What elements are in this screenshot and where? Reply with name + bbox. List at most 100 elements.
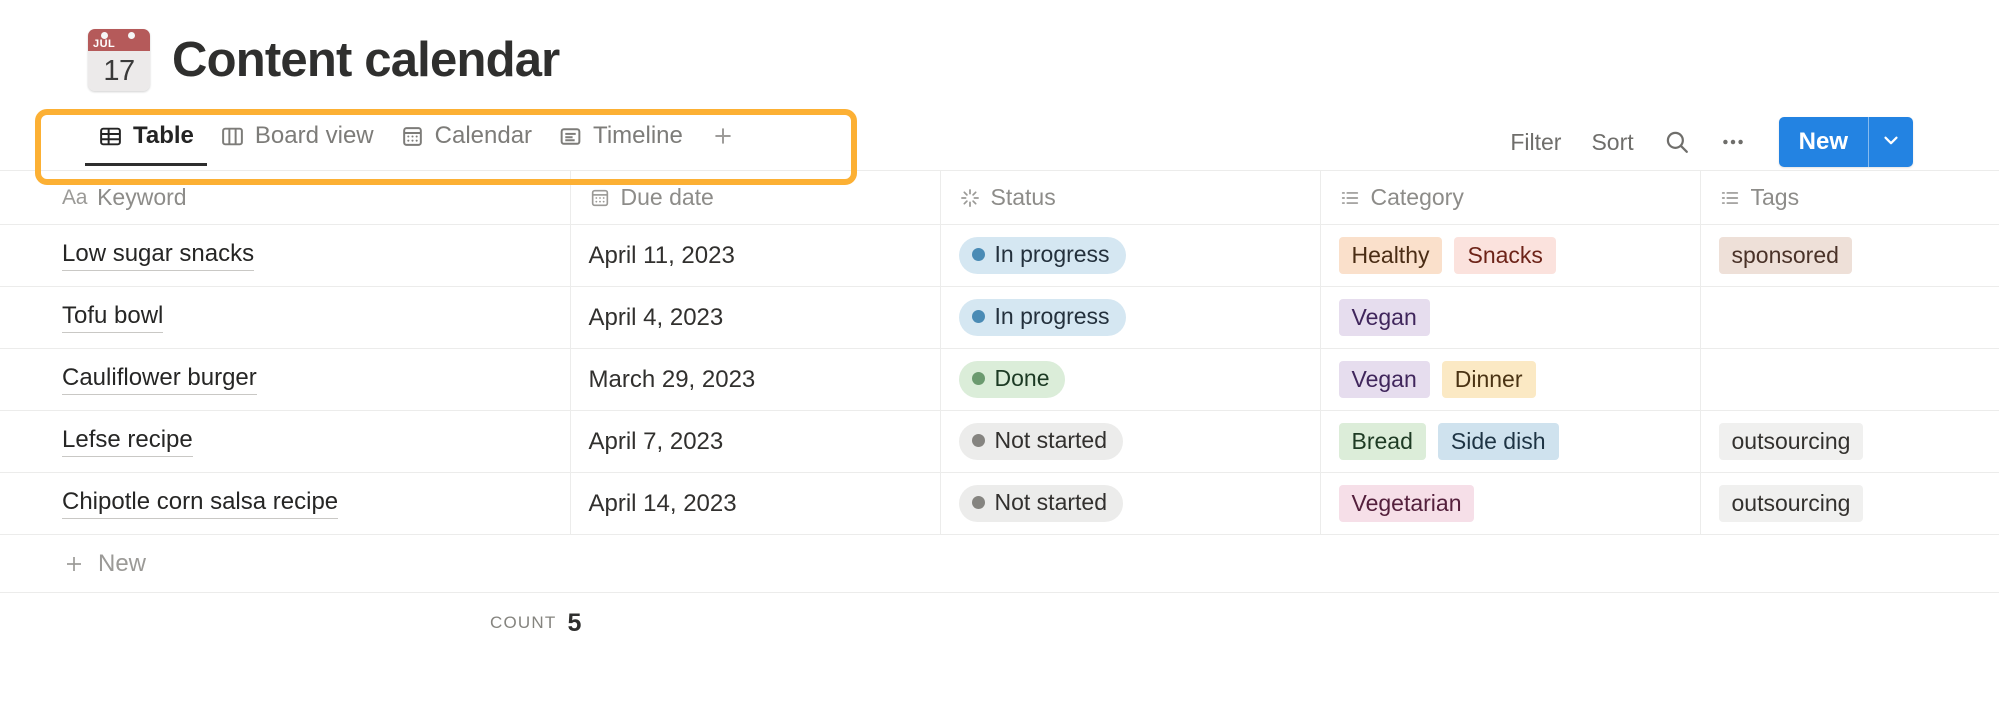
- cell-tags[interactable]: sponsored: [1700, 224, 1999, 287]
- cell-tags[interactable]: outsourcing: [1700, 410, 1999, 473]
- tab-timeline[interactable]: Timeline: [545, 106, 696, 166]
- row-title-link[interactable]: Tofu bowl: [62, 302, 164, 333]
- table-row[interactable]: Tofu bowl April 4, 2023 In progress Vegan: [0, 286, 1999, 349]
- cell-status[interactable]: In progress: [940, 286, 1321, 349]
- column-header-due-date[interactable]: Due date: [570, 170, 941, 225]
- status-dot-icon: [971, 372, 985, 386]
- calendar-emoji: JUL 17: [88, 29, 150, 91]
- multi-select-icon: [1339, 187, 1361, 209]
- column-header-category[interactable]: Category: [1320, 170, 1701, 225]
- status-badge: Not started: [958, 423, 1123, 460]
- count-label: Count: [490, 613, 557, 632]
- cell-due-date[interactable]: April 4, 2023: [570, 286, 941, 349]
- cell-keyword[interactable]: Lefse recipe: [0, 410, 571, 473]
- cell-status[interactable]: In progress: [940, 224, 1321, 287]
- row-title-link[interactable]: Low sugar snacks: [62, 240, 255, 271]
- status-label: Done: [994, 365, 1050, 392]
- due-date-value: April 7, 2023: [588, 427, 724, 455]
- tag-chip: Vegan: [1338, 360, 1430, 399]
- column-header-keyword-label: Keyword: [97, 184, 187, 210]
- add-new-row-label: New: [98, 549, 147, 577]
- calendar-icon: [400, 124, 425, 149]
- tab-calendar-label: Calendar: [434, 122, 533, 149]
- status-dot-icon: [971, 248, 985, 262]
- cell-due-date[interactable]: April 14, 2023: [570, 472, 941, 535]
- column-header-keyword[interactable]: Aa Keyword: [0, 170, 571, 225]
- column-header-status-label: Status: [990, 184, 1056, 210]
- count-value: 5: [567, 608, 582, 637]
- cell-category[interactable]: Vegetarian: [1320, 472, 1701, 535]
- view-toolbar: Filter Sort New: [1495, 114, 1913, 170]
- due-date-value: March 29, 2023: [588, 365, 756, 393]
- status-badge: In progress: [958, 299, 1126, 336]
- page-title[interactable]: Content calendar: [172, 35, 560, 85]
- status-dot-icon: [971, 434, 985, 448]
- cell-category[interactable]: Vegan: [1320, 286, 1701, 349]
- tag-chip: Vegan: [1338, 298, 1430, 337]
- add-new-row-button[interactable]: New: [0, 535, 1999, 593]
- chevron-down-icon: [1880, 129, 1902, 156]
- status-badge: Not started: [958, 485, 1123, 522]
- ellipsis-icon[interactable]: [1705, 128, 1761, 156]
- new-button-dropdown[interactable]: [1869, 117, 1913, 167]
- table-row[interactable]: Lefse recipe April 7, 2023 Not started Brea…: [0, 410, 1999, 473]
- cell-keyword[interactable]: Low sugar snacks: [0, 224, 571, 287]
- row-title-link[interactable]: Chipotle corn salsa recipe: [62, 488, 339, 519]
- cell-category[interactable]: Bread Side dish: [1320, 410, 1701, 473]
- cell-status[interactable]: Not started: [940, 472, 1321, 535]
- plus-icon: [710, 123, 736, 149]
- tag-chip: Vegetarian: [1338, 484, 1475, 523]
- notion-database-page: JUL 17 Content calendar Table Board view…: [0, 0, 1999, 709]
- plus-icon: [62, 552, 86, 576]
- cell-keyword[interactable]: Tofu bowl: [0, 286, 571, 349]
- cell-tags[interactable]: [1700, 348, 1999, 411]
- table-row[interactable]: Low sugar snacks April 11, 2023 In progres…: [0, 224, 1999, 287]
- status-label: In progress: [994, 241, 1110, 268]
- table-icon: [98, 124, 123, 149]
- column-header-tags-label: Tags: [1750, 184, 1800, 210]
- row-title-link[interactable]: Lefse recipe: [62, 426, 193, 457]
- tab-board-view[interactable]: Board view: [207, 106, 387, 166]
- add-view-button[interactable]: [696, 123, 750, 149]
- cell-status[interactable]: Not started: [940, 410, 1321, 473]
- table-row[interactable]: Chipotle corn salsa recipe April 14, 2023…: [0, 472, 1999, 535]
- table-row[interactable]: Cauliflower burger March 29, 2023 Done Vega…: [0, 348, 1999, 411]
- status-label: Not started: [994, 489, 1108, 516]
- sort-button[interactable]: Sort: [1576, 129, 1648, 156]
- cell-tags[interactable]: [1700, 286, 1999, 349]
- column-header-tags[interactable]: Tags: [1700, 170, 1999, 225]
- multi-select-icon: [1719, 187, 1741, 209]
- view-tab-bar-region: Table Board view Calendar Timeline Filte…: [0, 102, 1999, 185]
- tag-chip: outsourcing: [1718, 422, 1864, 461]
- tag-chip: sponsored: [1718, 236, 1852, 275]
- cell-keyword[interactable]: Chipotle corn salsa recipe: [0, 472, 571, 535]
- tag-chip: Snacks: [1454, 236, 1556, 275]
- status-dot-icon: [971, 496, 985, 510]
- new-button[interactable]: New: [1779, 117, 1868, 167]
- tag-chip: Side dish: [1437, 422, 1559, 461]
- status-badge: Done: [958, 361, 1066, 398]
- calendar-emoji-day: 17: [88, 51, 150, 91]
- board-icon: [220, 124, 245, 149]
- tag-chip: Dinner: [1441, 360, 1536, 399]
- cell-due-date[interactable]: March 29, 2023: [570, 348, 941, 411]
- cell-due-date[interactable]: April 7, 2023: [570, 410, 941, 473]
- table-body: Low sugar snacks April 11, 2023 In progres…: [0, 224, 1999, 535]
- due-date-value: April 4, 2023: [588, 303, 724, 331]
- column-header-status[interactable]: Status: [940, 170, 1321, 225]
- cell-status[interactable]: Done: [940, 348, 1321, 411]
- due-date-value: April 11, 2023: [588, 241, 735, 269]
- tab-table[interactable]: Table: [85, 106, 207, 166]
- title-text-icon: Aa: [62, 185, 88, 209]
- row-title-link[interactable]: Cauliflower burger: [62, 364, 257, 395]
- cell-tags[interactable]: outsourcing: [1700, 472, 1999, 535]
- page-header: JUL 17 Content calendar: [0, 0, 1999, 102]
- cell-category[interactable]: Vegan Dinner: [1320, 348, 1701, 411]
- filter-button[interactable]: Filter: [1495, 129, 1576, 156]
- table-header-row: Aa Keyword Due date Status Category Tags: [0, 170, 1999, 225]
- cell-due-date[interactable]: April 11, 2023: [570, 224, 941, 287]
- cell-keyword[interactable]: Cauliflower burger: [0, 348, 571, 411]
- tab-calendar[interactable]: Calendar: [387, 106, 545, 166]
- cell-category[interactable]: Healthy Snacks: [1320, 224, 1701, 287]
- search-icon[interactable]: [1649, 128, 1705, 156]
